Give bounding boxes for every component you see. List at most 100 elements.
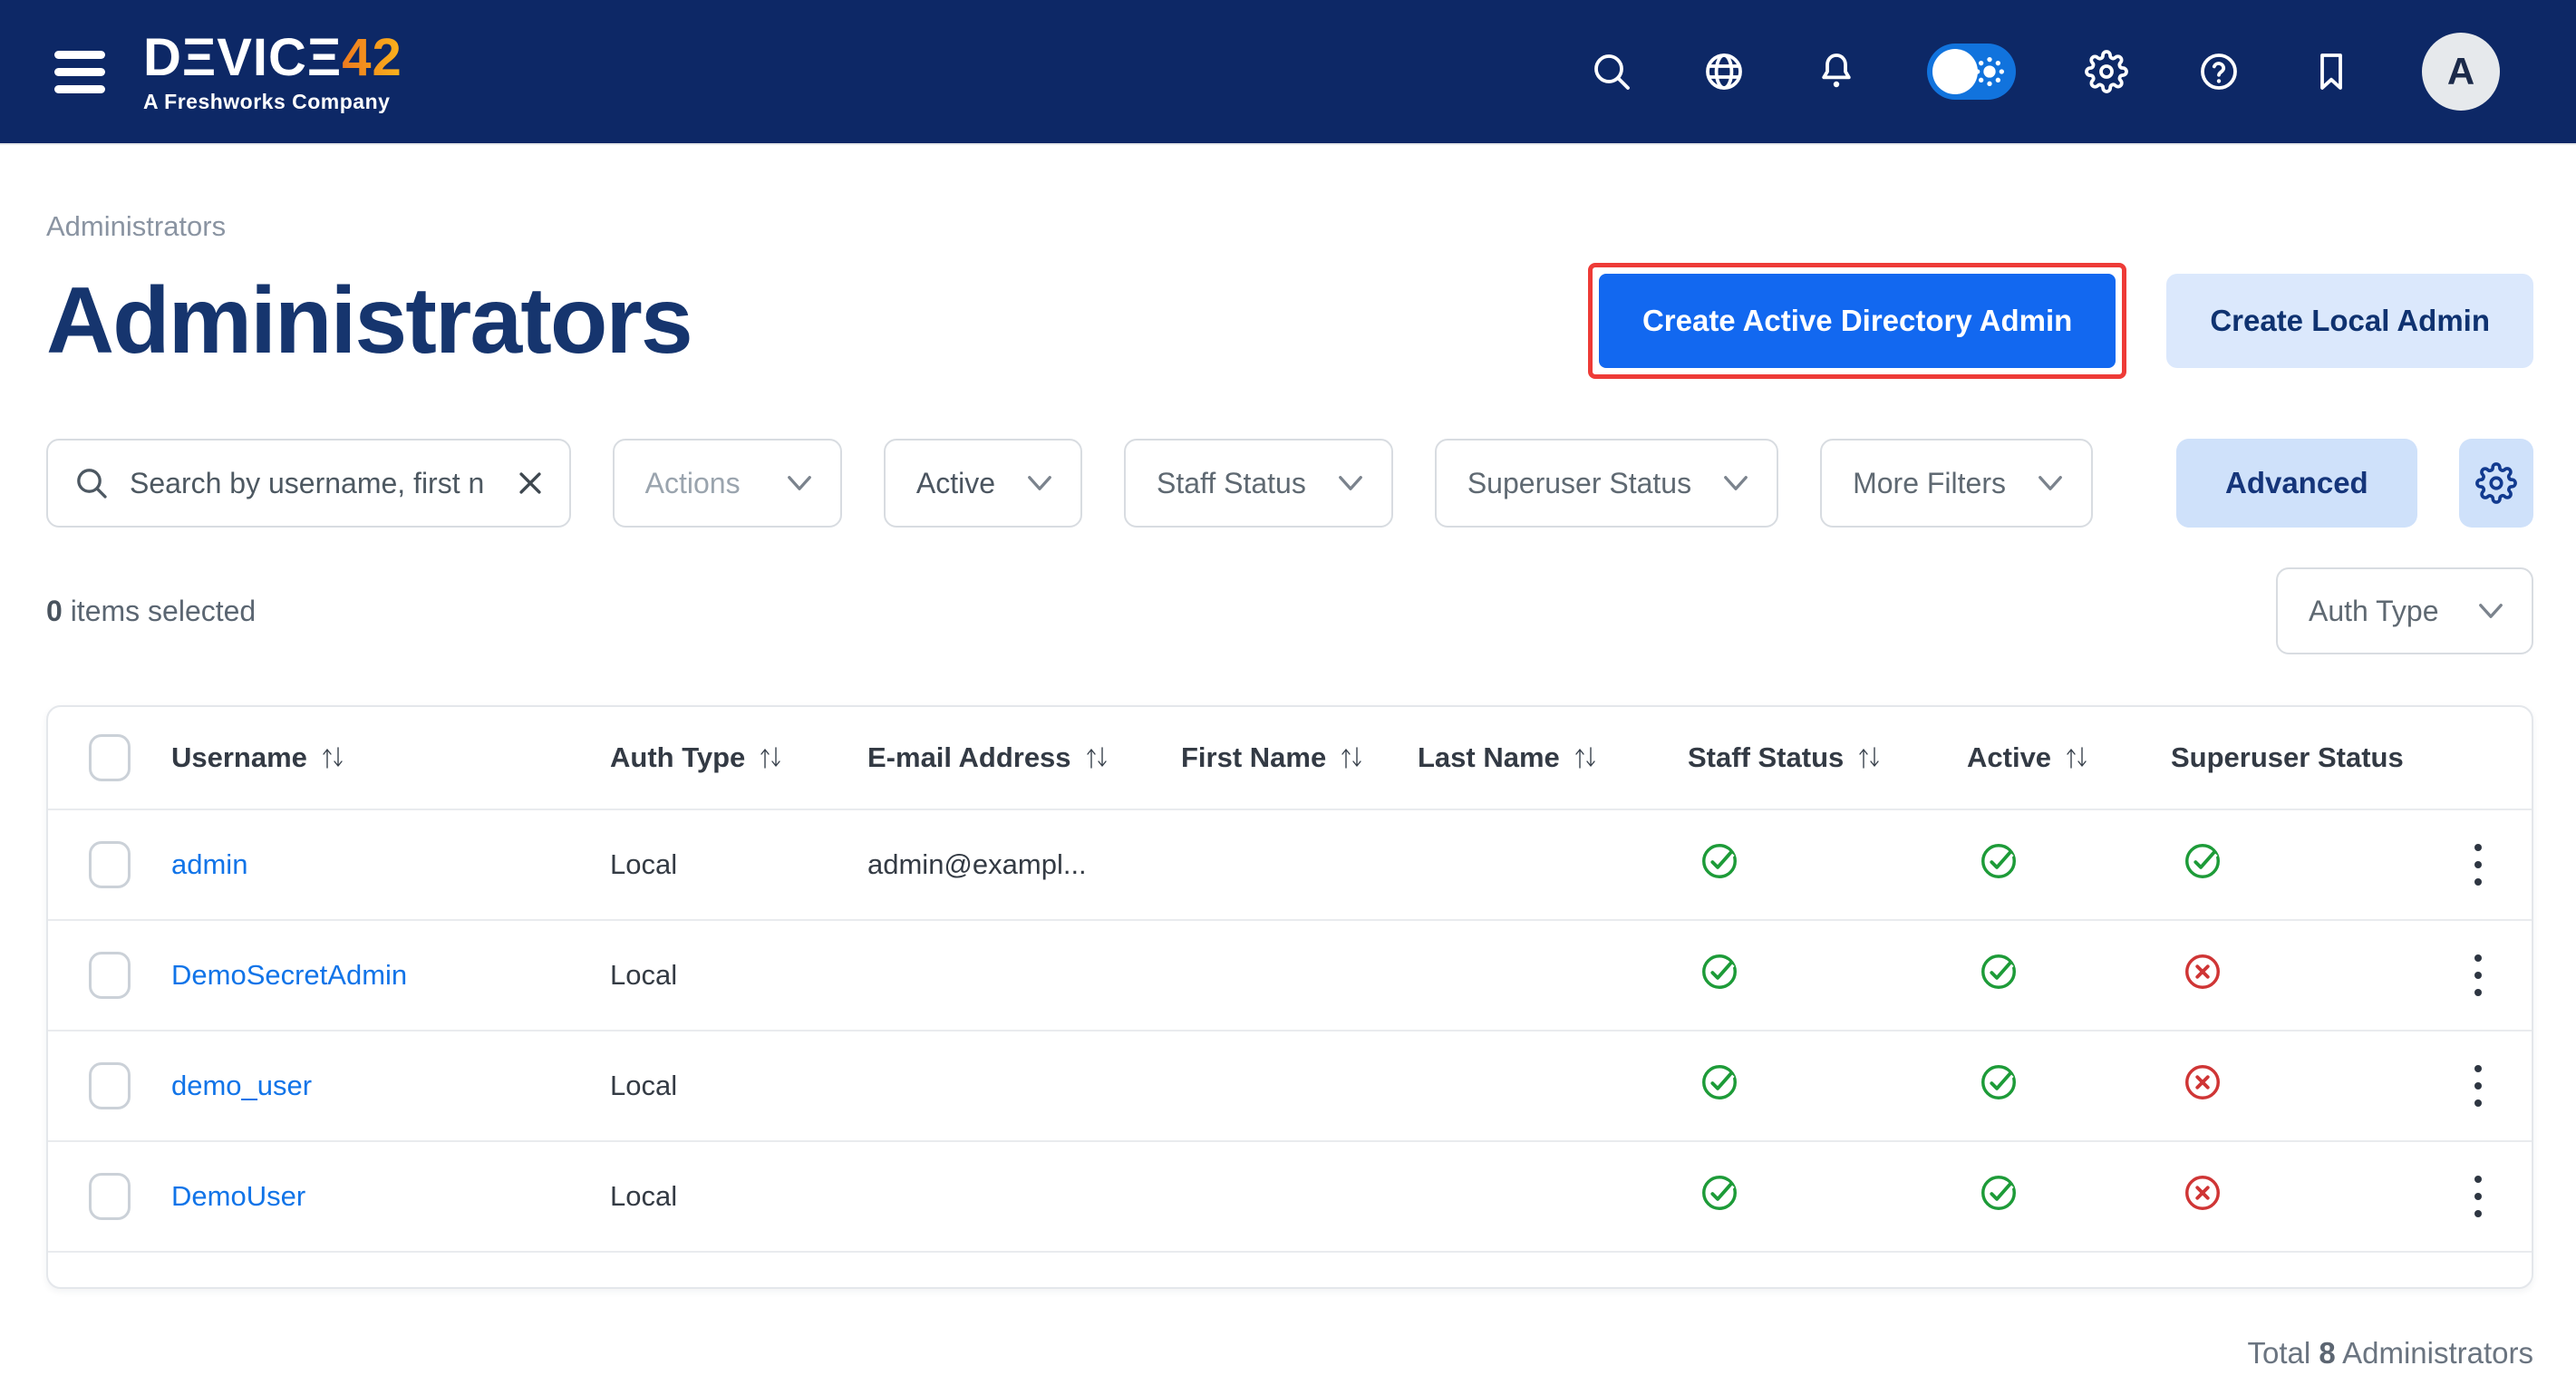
selected-label: items selected: [71, 595, 257, 627]
active-status-icon: [1978, 1061, 2019, 1103]
search-input[interactable]: Search by username, first n: [46, 439, 571, 528]
column-header-first-name[interactable]: First Name: [1181, 741, 1418, 774]
actions-dropdown-label: Actions: [645, 467, 741, 500]
sort-icon[interactable]: [1339, 744, 1364, 771]
chevron-down-icon: [2477, 602, 2504, 620]
breadcrumb[interactable]: Administrators: [46, 210, 2533, 243]
theme-toggle[interactable]: [1927, 44, 2016, 100]
gear-icon[interactable]: [2085, 50, 2128, 93]
bookmark-icon[interactable]: [2310, 50, 2353, 93]
active-filter-dropdown[interactable]: Active: [884, 439, 1082, 528]
create-active-directory-admin-button[interactable]: Create Active Directory Admin: [1599, 274, 2116, 368]
device42-logo[interactable]: DΞVICΞ42 A Freshworks Company: [143, 32, 402, 112]
auth-type-dropdown[interactable]: Auth Type: [2276, 567, 2533, 654]
create-local-admin-button[interactable]: Create Local Admin: [2166, 274, 2533, 368]
auth-type-cell: Local: [610, 1070, 867, 1102]
table-row: admin Local admin@exampl...: [48, 810, 2532, 921]
sort-icon[interactable]: [1856, 744, 1882, 771]
selected-count: 0: [46, 595, 63, 627]
staff-status-label: Staff Status: [1157, 467, 1306, 500]
column-header-last-name[interactable]: Last Name: [1418, 741, 1688, 774]
active-filter-label: Active: [916, 467, 995, 500]
chevron-down-icon: [1337, 474, 1364, 492]
items-selected-text: 0 items selected: [46, 595, 256, 628]
active-status-icon: [1978, 840, 2019, 882]
row-menu-button[interactable]: [2469, 1060, 2487, 1112]
staff-status-dropdown[interactable]: Staff Status: [1124, 439, 1393, 528]
table-row: demo_user Local: [48, 1031, 2532, 1142]
row-menu-button[interactable]: [2469, 949, 2487, 1002]
table-settings-button[interactable]: [2459, 439, 2533, 528]
superuser-status-label: Superuser Status: [1467, 467, 1691, 500]
total-count-text: Total 8 Administrators: [46, 1336, 2533, 1370]
column-header-superuser-status[interactable]: Superuser Status: [2171, 741, 2425, 774]
row-checkbox[interactable]: [89, 1173, 131, 1220]
globe-icon[interactable]: [1702, 50, 1746, 93]
row-checkbox[interactable]: [89, 952, 131, 999]
superuser-status-icon: [2182, 840, 2223, 882]
superuser-status-icon: [2182, 1061, 2223, 1103]
sort-icon[interactable]: [1084, 744, 1109, 771]
logo-accent: 42: [342, 28, 402, 87]
logo-text: DΞVICΞ42: [143, 32, 402, 84]
superuser-status-icon: [2182, 1172, 2223, 1214]
auth-type-label: Auth Type: [2309, 595, 2439, 628]
chevron-down-icon: [2037, 474, 2064, 492]
username-link[interactable]: DemoUser: [171, 1180, 305, 1212]
row-checkbox[interactable]: [89, 841, 131, 888]
superuser-status-icon: [2182, 951, 2223, 993]
advanced-button[interactable]: Advanced: [2176, 439, 2417, 528]
search-placeholder-text: Search by username, first n: [130, 467, 495, 500]
staff-status-icon: [1699, 840, 1740, 882]
active-status-icon: [1978, 1172, 2019, 1214]
table-bottom-strip: [48, 1253, 2532, 1287]
username-link[interactable]: DemoSecretAdmin: [171, 959, 407, 991]
column-header-auth-type[interactable]: Auth Type: [610, 741, 867, 774]
column-header-username[interactable]: Username: [171, 741, 610, 774]
superuser-status-dropdown[interactable]: Superuser Status: [1435, 439, 1778, 528]
table-row: DemoSecretAdmin Local: [48, 921, 2532, 1031]
sort-icon[interactable]: [758, 744, 783, 771]
column-header-staff-status[interactable]: Staff Status: [1688, 741, 1967, 774]
sort-icon[interactable]: [2064, 744, 2089, 771]
total-count-value: 8: [2319, 1336, 2335, 1370]
chevron-down-icon: [1722, 474, 1749, 492]
active-status-icon: [1978, 951, 2019, 993]
table-row: DemoUser Local: [48, 1142, 2532, 1253]
actions-dropdown[interactable]: Actions: [613, 439, 842, 528]
search-input-icon: [73, 465, 110, 501]
more-filters-label: More Filters: [1853, 467, 2006, 500]
username-link[interactable]: demo_user: [171, 1070, 312, 1101]
page-title: Administrators: [46, 267, 692, 375]
row-menu-button[interactable]: [2469, 1170, 2487, 1223]
avatar[interactable]: A: [2422, 33, 2500, 111]
more-filters-dropdown[interactable]: More Filters: [1820, 439, 2093, 528]
select-all-checkbox[interactable]: [89, 734, 131, 781]
notifications-bell-icon[interactable]: [1815, 50, 1858, 93]
top-navbar: DΞVICΞ42 A Freshworks Company: [0, 0, 2576, 145]
help-icon[interactable]: [2197, 50, 2241, 93]
menu-icon[interactable]: [54, 51, 105, 93]
chevron-down-icon: [786, 474, 813, 492]
staff-status-icon: [1699, 1061, 1740, 1103]
table-body: admin Local admin@exampl... DemoSecretAd…: [48, 810, 2532, 1253]
annotation-highlight-box: Create Active Directory Admin: [1588, 263, 2126, 379]
auth-type-cell: Local: [610, 848, 867, 881]
username-link[interactable]: admin: [171, 848, 247, 880]
column-header-active[interactable]: Active: [1967, 741, 2171, 774]
chevron-down-icon: [1026, 474, 1053, 492]
auth-type-cell: Local: [610, 1180, 867, 1213]
administrators-table: Username Auth Type E-mail Address First …: [46, 705, 2533, 1289]
row-checkbox[interactable]: [89, 1062, 131, 1109]
logo-tagline: A Freshworks Company: [143, 92, 402, 112]
sort-icon[interactable]: [320, 744, 345, 771]
sort-icon[interactable]: [1573, 744, 1598, 771]
table-header-row: Username Auth Type E-mail Address First …: [48, 707, 2532, 810]
column-header-email[interactable]: E-mail Address: [867, 741, 1181, 774]
search-icon[interactable]: [1590, 50, 1633, 93]
clear-search-icon[interactable]: [515, 468, 546, 499]
staff-status-icon: [1699, 1172, 1740, 1214]
staff-status-icon: [1699, 951, 1740, 993]
row-menu-button[interactable]: [2469, 838, 2487, 891]
email-cell: admin@exampl...: [867, 848, 1181, 881]
